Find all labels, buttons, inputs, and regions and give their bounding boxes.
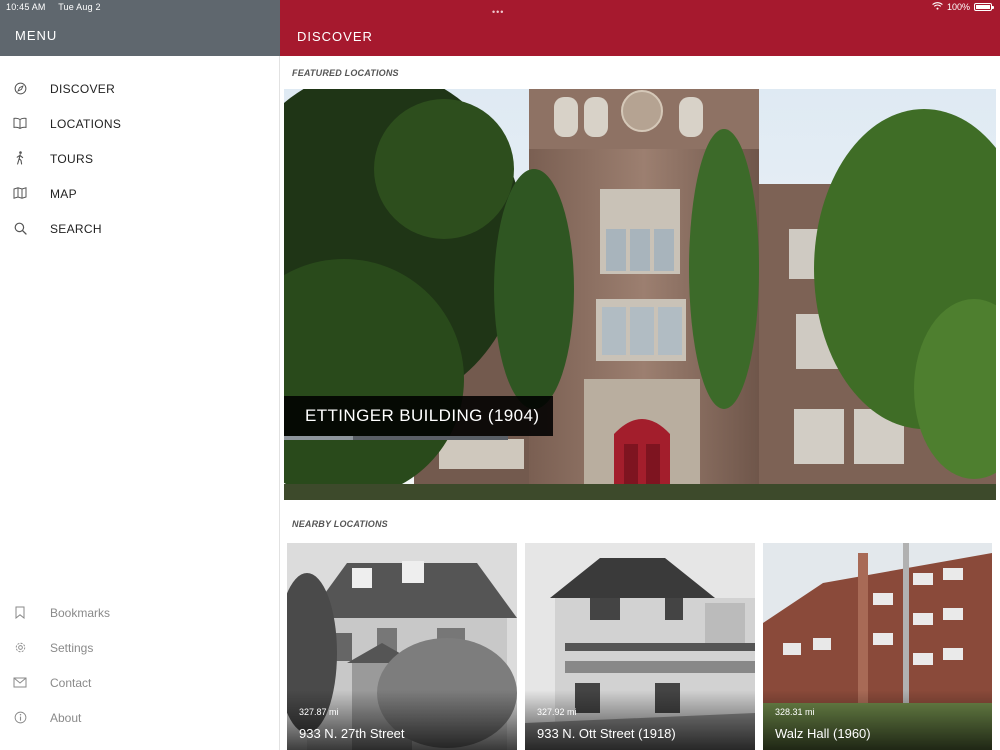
card-title: Walz Hall (1960) xyxy=(775,726,871,741)
nav-item-discover[interactable]: DISCOVER xyxy=(0,71,280,106)
nav-label-map: MAP xyxy=(50,187,77,201)
compass-icon xyxy=(13,81,27,95)
wifi-icon xyxy=(932,2,943,12)
carousel-progress-fill xyxy=(284,436,354,440)
nav-item-locations[interactable]: LOCATIONS xyxy=(0,106,280,141)
nav-item-settings[interactable]: Settings xyxy=(0,630,280,665)
book-icon xyxy=(13,116,27,130)
status-bar-left: 10:45 AM Tue Aug 2 xyxy=(6,2,111,12)
nav-label-search: SEARCH xyxy=(50,222,102,236)
card-distance: 327.87 mi xyxy=(299,707,339,717)
featured-location-card[interactable]: ETTINGER BUILDING (1904) xyxy=(284,89,996,500)
status-bar-right: 100% xyxy=(932,2,994,12)
sidebar: 10:45 AM Tue Aug 2 MENU DISCOVER LOCATIO… xyxy=(0,0,280,750)
featured-caption: ETTINGER BUILDING (1904) xyxy=(284,396,554,436)
carousel-progress-bar xyxy=(284,436,508,440)
nav-item-search[interactable]: SEARCH xyxy=(0,211,280,246)
walking-person-icon xyxy=(13,151,27,165)
bookmark-icon xyxy=(13,605,27,619)
nav-label-locations: LOCATIONS xyxy=(50,117,122,131)
nearby-location-card[interactable]: 327.92 mi 933 N. Ott Street (1918) xyxy=(525,543,755,750)
map-icon xyxy=(13,186,27,200)
primary-nav: DISCOVER LOCATIONS TOURS MAP SEARCH xyxy=(0,71,280,246)
card-title: 933 N. Ott Street (1918) xyxy=(537,726,676,741)
featured-section-label: FEATURED LOCATIONS xyxy=(292,68,399,78)
featured-title: ETTINGER BUILDING (1904) xyxy=(305,406,540,425)
card-distance: 327.92 mi xyxy=(537,707,577,717)
nav-item-about[interactable]: About xyxy=(0,700,280,735)
page-title: DISCOVER xyxy=(297,29,373,44)
card-distance: 328.31 mi xyxy=(775,707,815,717)
gear-icon xyxy=(13,640,27,654)
nearby-location-card[interactable]: 327.87 mi 933 N. 27th Street xyxy=(287,543,517,750)
search-icon xyxy=(13,221,27,235)
nav-item-tours[interactable]: TOURS xyxy=(0,141,280,176)
status-time: 10:45 AM xyxy=(6,2,46,12)
top-bar: ••• 100% DISCOVER xyxy=(280,0,1000,56)
card-shade xyxy=(525,690,755,750)
info-icon xyxy=(13,710,27,724)
nav-label-settings: Settings xyxy=(50,641,94,655)
nav-label-contact: Contact xyxy=(50,676,92,690)
card-shade xyxy=(763,690,992,750)
envelope-icon xyxy=(13,675,27,689)
card-shade xyxy=(287,690,517,750)
battery-icon xyxy=(974,3,994,11)
battery-percent: 100% xyxy=(946,2,970,12)
sidebar-header: 10:45 AM Tue Aug 2 MENU xyxy=(0,0,280,56)
secondary-nav: Bookmarks Settings Contact About xyxy=(0,595,280,735)
nav-label-tours: TOURS xyxy=(50,152,94,166)
card-title: 933 N. 27th Street xyxy=(299,726,405,741)
nav-item-map[interactable]: MAP xyxy=(0,176,280,211)
nav-item-contact[interactable]: Contact xyxy=(0,665,280,700)
nearby-section-label: NEARBY LOCATIONS xyxy=(292,519,388,529)
nearby-location-card[interactable]: 328.31 mi Walz Hall (1960) xyxy=(763,543,992,750)
menu-title: MENU xyxy=(15,28,58,43)
status-date: Tue Aug 2 xyxy=(58,2,101,12)
nav-label-about: About xyxy=(50,711,82,725)
nav-label-bookmarks: Bookmarks xyxy=(50,606,111,620)
nav-item-bookmarks[interactable]: Bookmarks xyxy=(0,595,280,630)
nav-label-discover: DISCOVER xyxy=(50,82,116,96)
multitask-handle[interactable]: ••• xyxy=(492,7,504,17)
